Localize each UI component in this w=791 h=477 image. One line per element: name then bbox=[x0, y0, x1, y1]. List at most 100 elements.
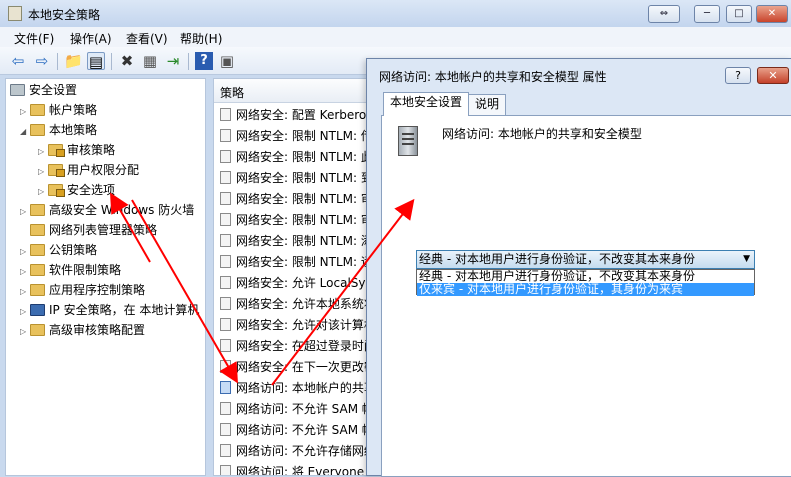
help-icon[interactable]: ? bbox=[195, 52, 213, 70]
tree-item-label: 软件限制策略 bbox=[49, 263, 122, 277]
panel-icon[interactable]: ▣ bbox=[218, 52, 236, 70]
window-title: 本地安全策略 bbox=[28, 8, 101, 22]
dropdown-option-classic[interactable]: 经典 - 对本地用户进行身份验证，不改变其本来身份 bbox=[417, 270, 754, 283]
policy-icon bbox=[220, 339, 231, 352]
dropdown-option-guest-only[interactable]: 仅来宾 - 对本地用户进行身份验证，其身份为来宾 bbox=[417, 283, 754, 296]
policy-row[interactable]: 网络安全: 限制 NTLM: 添 bbox=[220, 231, 373, 252]
tree-item-public-key-policies[interactable]: ▷ 公钥策略 bbox=[20, 241, 97, 260]
policy-row[interactable]: 网络访问: 不允许存储网络 bbox=[220, 441, 372, 462]
tree-item-user-rights[interactable]: ▷ 用户权限分配 bbox=[38, 161, 139, 180]
restore-window-button[interactable]: ⇔ bbox=[648, 5, 680, 23]
ip-policy-icon bbox=[30, 304, 45, 316]
back-arrow-icon[interactable]: ⇦ bbox=[9, 52, 27, 70]
properties-dialog: 网络访问: 本地帐户的共享和安全模型 属性 ? ✕ 本地安全设置 说明 网络访问… bbox=[366, 58, 791, 477]
collapse-icon[interactable]: ◢ bbox=[20, 122, 30, 141]
expand-icon[interactable]: ▷ bbox=[38, 162, 48, 181]
policy-title: 网络访问: 本地帐户的共享和安全模型 bbox=[442, 127, 642, 141]
folder-icon bbox=[30, 324, 45, 336]
policy-row[interactable]: 网络安全: 限制 NTLM: 审 bbox=[220, 189, 372, 210]
policy-row-label: 网络安全: 限制 NTLM: 添 bbox=[236, 234, 373, 248]
tree-item-account-policies[interactable]: ▷ 帐户策略 bbox=[20, 101, 97, 120]
show-hide-tree-icon[interactable]: ▤ bbox=[87, 52, 105, 71]
tree-item-label: 安全设置 bbox=[29, 83, 78, 97]
policy-row[interactable]: 网络安全: 配置 Kerberos bbox=[220, 105, 372, 126]
dialog-close-button[interactable]: ✕ bbox=[757, 67, 789, 84]
policy-row[interactable]: 网络访问: 不允许 SAM 帐 bbox=[220, 420, 373, 441]
menu-help[interactable]: 帮助(H) bbox=[180, 30, 222, 47]
policy-row-label: 网络安全: 允许对该计算机 bbox=[236, 318, 373, 332]
policy-row[interactable]: 网络安全: 限制 NTLM: 传 bbox=[220, 126, 372, 147]
expand-icon[interactable]: ▷ bbox=[20, 202, 30, 221]
expand-icon[interactable]: ▷ bbox=[20, 242, 30, 261]
toolbar-separator bbox=[111, 53, 112, 70]
menu-file[interactable]: 文件(F) bbox=[14, 30, 54, 47]
policy-row[interactable]: 网络访问: 不允许 SAM 帐 bbox=[220, 399, 373, 420]
locked-folder-icon bbox=[48, 144, 65, 157]
tab-explain[interactable]: 说明 bbox=[468, 94, 507, 115]
chevron-down-icon[interactable]: ▼ bbox=[743, 251, 750, 268]
expand-icon[interactable]: ▷ bbox=[20, 102, 30, 121]
policy-row-label: 网络访问: 不允许 SAM 帐 bbox=[236, 402, 373, 416]
policy-row-label: 网络安全: 允许本地系统将 bbox=[236, 297, 373, 311]
policy-row-label: 网络访问: 不允许 SAM 帐 bbox=[236, 423, 373, 437]
dialog-title: 网络访问: 本地帐户的共享和安全模型 属性 bbox=[379, 70, 607, 84]
up-folder-icon[interactable]: 📁 bbox=[64, 52, 83, 70]
policy-row[interactable]: 网络安全: 允许本地系统将 bbox=[220, 294, 373, 315]
policy-row[interactable]: 网络安全: 限制 NTLM: 到 bbox=[220, 168, 373, 189]
policy-row-label: 网络安全: 允许 LocalSyst bbox=[236, 276, 373, 290]
tree-item-local-policies[interactable]: ◢ 本地策略 bbox=[20, 121, 97, 140]
column-header-policy[interactable]: 策略 bbox=[214, 79, 372, 103]
policy-icon bbox=[220, 444, 231, 457]
tree-item-label: 本地策略 bbox=[49, 123, 98, 137]
maximize-button[interactable]: □ bbox=[726, 5, 752, 23]
locked-folder-icon bbox=[48, 184, 65, 197]
tree-item-label: 安全选项 bbox=[67, 183, 116, 197]
policy-row[interactable]: 网络安全: 限制 NTLM: 远 bbox=[220, 252, 372, 273]
policy-row[interactable]: 网络访问: 将 Everyone 权 bbox=[220, 462, 372, 475]
forward-arrow-icon[interactable]: ⇨ bbox=[33, 52, 51, 70]
tab-local-security-setting[interactable]: 本地安全设置 bbox=[383, 92, 470, 116]
policy-row[interactable]: 网络安全: 在下一次更改密 bbox=[220, 357, 372, 378]
column-header-label: 策略 bbox=[220, 86, 245, 100]
policy-icon bbox=[220, 465, 231, 475]
expand-icon[interactable]: ▷ bbox=[20, 322, 30, 341]
expand-icon[interactable]: ▷ bbox=[20, 282, 30, 301]
tree-item-security-settings[interactable]: 安全设置 bbox=[10, 81, 77, 100]
delete-icon[interactable]: ✖ bbox=[118, 52, 136, 70]
policy-icon bbox=[220, 381, 231, 394]
menu-view[interactable]: 查看(V) bbox=[126, 30, 168, 47]
tree-item-network-list-manager[interactable]: 网络列表管理器策略 bbox=[20, 221, 157, 240]
tree-item-app-control[interactable]: ▷ 应用程序控制策略 bbox=[20, 281, 145, 300]
policy-list-pane: 策略 网络安全: 配置 Kerberos 网络安全: 限制 NTLM: 传 网络… bbox=[213, 78, 373, 476]
tree-item-security-options[interactable]: ▷ 安全选项 bbox=[38, 181, 115, 200]
expand-icon[interactable]: ▷ bbox=[38, 182, 48, 201]
expand-icon[interactable]: ▷ bbox=[20, 262, 30, 281]
policy-icon bbox=[220, 360, 231, 373]
locked-folder-icon bbox=[48, 164, 65, 177]
tree-item-software-restriction[interactable]: ▷ 软件限制策略 bbox=[20, 261, 121, 280]
properties-icon[interactable]: ▦ bbox=[141, 52, 159, 70]
tree-item-firewall[interactable]: ▷ 高级安全 Windows 防火墙 bbox=[20, 201, 194, 220]
tree-item-advanced-audit[interactable]: ▷ 高级审核策略配置 bbox=[20, 321, 145, 340]
policy-row[interactable]: 网络安全: 限制 NTLM: 审 bbox=[220, 210, 372, 231]
sharing-model-dropdown-list: 经典 - 对本地用户进行身份验证，不改变其本来身份 仅来宾 - 对本地用户进行身… bbox=[416, 269, 755, 296]
expand-icon[interactable]: ▷ bbox=[20, 302, 30, 321]
policy-row[interactable]: 网络安全: 限制 NTLM: 此 bbox=[220, 147, 372, 168]
policy-row[interactable]: 网络安全: 允许对该计算机 bbox=[220, 315, 373, 336]
tree-item-label: 公钥策略 bbox=[49, 243, 98, 257]
sharing-model-select[interactable]: 经典 - 对本地用户进行身份验证，不改变其本来身份 ▼ bbox=[416, 250, 755, 269]
policy-row[interactable]: 网络安全: 允许 LocalSyst bbox=[220, 273, 373, 294]
server-icon bbox=[398, 126, 418, 156]
close-window-button[interactable]: ✕ bbox=[756, 5, 788, 23]
policy-icon bbox=[220, 423, 231, 436]
policy-row-selected[interactable]: 网络访问: 本地帐户的共享 bbox=[220, 378, 372, 399]
dialog-help-button[interactable]: ? bbox=[725, 67, 751, 84]
policy-row-label: 网络安全: 限制 NTLM: 到 bbox=[236, 171, 373, 185]
minimize-button[interactable]: ─ bbox=[694, 5, 720, 23]
expand-icon[interactable]: ▷ bbox=[38, 142, 48, 161]
export-list-icon[interactable]: ⇥ bbox=[164, 52, 182, 70]
tree-item-audit-policy[interactable]: ▷ 审核策略 bbox=[38, 141, 115, 160]
menu-action[interactable]: 操作(A) bbox=[70, 30, 112, 47]
tree-item-ip-security[interactable]: ▷ IP 安全策略，在 本地计算机 bbox=[20, 301, 199, 320]
policy-row[interactable]: 网络安全: 在超过登录时间 bbox=[220, 336, 372, 357]
